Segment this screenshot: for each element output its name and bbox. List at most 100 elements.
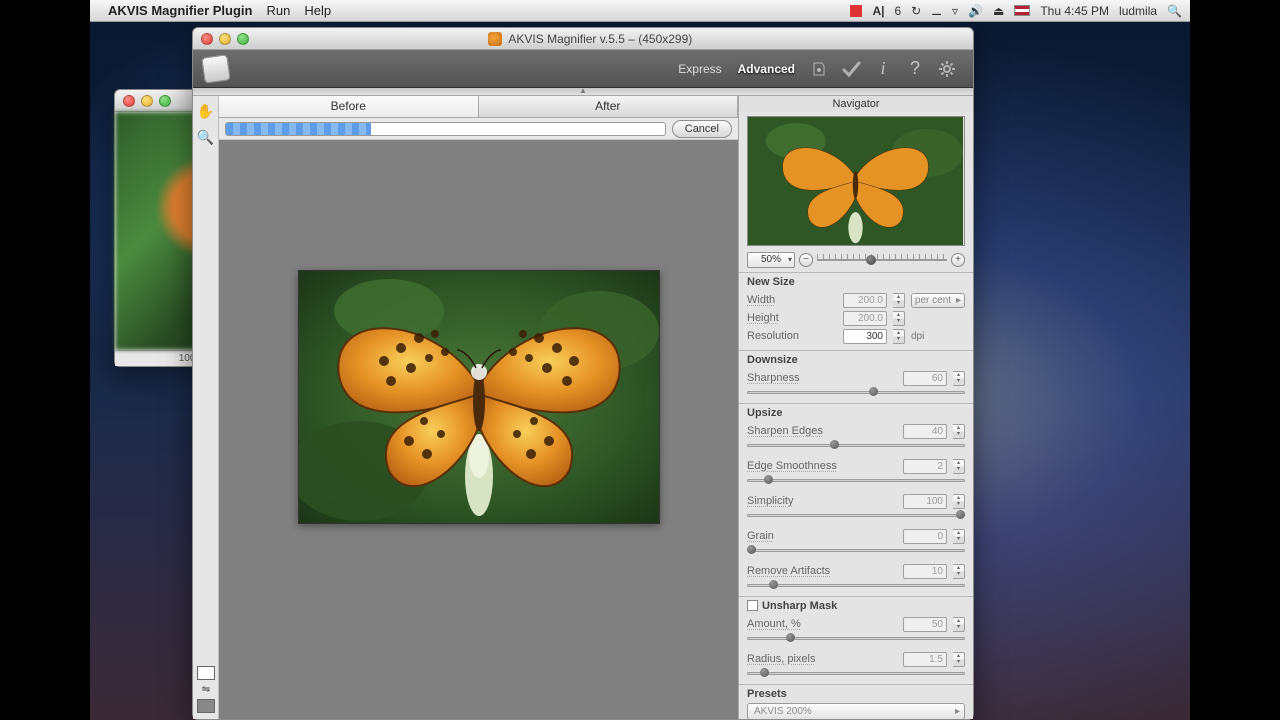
sharpness-slider[interactable] [747, 386, 965, 398]
edge-smoothness-label: Edge Smoothness [747, 460, 897, 472]
resolution-unit: dpi [911, 331, 965, 342]
sharpness-input[interactable]: 60 [903, 371, 947, 386]
size-unit-select[interactable]: per cent [911, 293, 965, 308]
preset-select[interactable]: AKVIS 200% [747, 703, 965, 719]
zoom-tool-icon[interactable]: 🔍 [197, 128, 215, 146]
mode-tab-express[interactable]: Express [678, 62, 721, 76]
zoom-select[interactable]: 50% [747, 252, 795, 268]
preview-image [298, 270, 660, 524]
new-size-title: New Size [747, 276, 965, 288]
compare-gray-swatch[interactable] [197, 699, 215, 713]
radius-input[interactable]: 1.5 [903, 652, 947, 667]
info-icon[interactable]: i [872, 58, 894, 80]
edge-smoothness-stepper[interactable]: ▴▾ [953, 459, 965, 474]
width-stepper[interactable]: ▴▾ [893, 293, 905, 308]
upsize-title: Upsize [747, 407, 965, 419]
unsharp-mask-title: Unsharp Mask [762, 600, 837, 612]
menubar-adobe-icon[interactable]: A| [872, 4, 884, 18]
resolution-label: Resolution [747, 330, 837, 342]
edge-smoothness-input[interactable]: 2 [903, 459, 947, 474]
width-input[interactable]: 200.0 [843, 293, 887, 308]
remove-artifacts-stepper[interactable]: ▴▾ [953, 564, 965, 579]
close-button[interactable] [123, 95, 135, 107]
navigator-title: Navigator [739, 96, 973, 112]
sharpness-label: Sharpness [747, 372, 897, 384]
menubar-volume-icon[interactable]: 🔊 [968, 4, 983, 18]
navigator-thumbnail[interactable] [747, 116, 965, 246]
akvis-magnifier-window: AKVIS Magnifier v.5.5 – (450x299) Expres… [192, 27, 974, 720]
group-upsize: Upsize Sharpen Edges 40 ▴▾ Edge Smoothne… [739, 403, 973, 596]
menubar-bluetooth-icon[interactable]: ⚊ [931, 4, 942, 18]
menubar-sync-icon[interactable]: ↻ [911, 4, 921, 18]
help-icon[interactable]: ? [904, 58, 926, 80]
apply-check-icon[interactable] [840, 58, 862, 80]
menubar-eject-icon[interactable]: ⏏ [993, 4, 1004, 18]
amount-stepper[interactable]: ▴▾ [953, 617, 965, 632]
presets-title: Presets [747, 688, 965, 700]
menubar-clock[interactable]: Thu 4:45 PM [1040, 4, 1109, 18]
compare-arrows-icon[interactable]: ⇋ [197, 684, 215, 695]
unsharp-mask-checkbox[interactable] [747, 600, 758, 611]
window-title: AKVIS Magnifier v.5.5 – (450x299) [508, 32, 692, 46]
edge-smoothness-slider[interactable] [747, 474, 965, 486]
menubar-user[interactable]: ludmila [1119, 4, 1157, 18]
menubar-item-help[interactable]: Help [304, 3, 331, 18]
grain-stepper[interactable]: ▴▾ [953, 529, 965, 544]
hand-tool-icon[interactable]: ✋ [197, 102, 215, 120]
group-presets: Presets AKVIS 200% Save Delete Reset [739, 684, 973, 719]
grain-label: Grain [747, 530, 897, 542]
image-viewport[interactable] [219, 140, 738, 719]
view-tab-after[interactable]: After [479, 96, 739, 117]
zoom-in-button[interactable]: + [951, 253, 965, 267]
grain-slider[interactable] [747, 544, 965, 556]
resolution-input[interactable]: 300 [843, 329, 887, 344]
height-stepper[interactable]: ▴▾ [893, 311, 905, 326]
menubar-wifi-icon[interactable]: ▿ [952, 4, 958, 18]
radius-slider[interactable] [747, 667, 965, 679]
minimize-button[interactable] [141, 95, 153, 107]
sharpen-edges-input[interactable]: 40 [903, 424, 947, 439]
sharpen-edges-label: Sharpen Edges [747, 425, 897, 437]
amount-input[interactable]: 50 [903, 617, 947, 632]
remove-artifacts-slider[interactable] [747, 579, 965, 591]
compare-white-swatch[interactable] [197, 666, 215, 680]
zoom-slider[interactable] [817, 253, 947, 267]
zoom-button[interactable] [237, 33, 249, 45]
left-tool-strip: ✋ 🔍 ⇋ [193, 96, 219, 719]
simplicity-stepper[interactable]: ▴▾ [953, 494, 965, 509]
sharpen-edges-slider[interactable] [747, 439, 965, 451]
radius-label: Radius, pixels [747, 653, 897, 665]
radius-stepper[interactable]: ▴▾ [953, 652, 965, 667]
sharpen-edges-stepper[interactable]: ▴▾ [953, 424, 965, 439]
remove-artifacts-input[interactable]: 10 [903, 564, 947, 579]
presets-dropdown-icon[interactable] [808, 58, 830, 80]
menubar-recording-icon[interactable] [850, 5, 862, 17]
macos-menubar: AKVIS Magnifier Plugin Run Help A| 6 ↻ ⚊… [90, 0, 1190, 22]
menubar-app-title[interactable]: AKVIS Magnifier Plugin [108, 3, 252, 18]
zoom-out-button[interactable]: − [799, 253, 813, 267]
app-icon [488, 32, 502, 46]
view-tab-before[interactable]: Before [219, 96, 479, 117]
minimize-button[interactable] [219, 33, 231, 45]
resolution-stepper[interactable]: ▴▾ [893, 329, 905, 344]
simplicity-slider[interactable] [747, 509, 965, 521]
close-button[interactable] [201, 33, 213, 45]
collapse-handle[interactable] [193, 88, 973, 96]
grain-input[interactable]: 0 [903, 529, 947, 544]
cancel-button[interactable]: Cancel [672, 120, 732, 138]
settings-panel: Navigator [738, 96, 973, 719]
mode-tab-advanced[interactable]: Advanced [738, 62, 795, 76]
menubar-spotlight-icon[interactable]: 🔍 [1167, 4, 1182, 18]
menubar-input-flag-icon[interactable] [1014, 5, 1030, 16]
sharpness-stepper[interactable]: ▴▾ [953, 371, 965, 386]
amount-slider[interactable] [747, 632, 965, 644]
zoom-button[interactable] [159, 95, 171, 107]
settings-gear-icon[interactable] [936, 58, 958, 80]
height-input[interactable]: 200.0 [843, 311, 887, 326]
simplicity-label: Simplicity [747, 495, 897, 507]
progress-bar [225, 122, 666, 136]
menubar-count[interactable]: 6 [894, 4, 901, 18]
remove-artifacts-label: Remove Artifacts [747, 565, 897, 577]
menubar-item-run[interactable]: Run [266, 3, 290, 18]
simplicity-input[interactable]: 100 [903, 494, 947, 509]
